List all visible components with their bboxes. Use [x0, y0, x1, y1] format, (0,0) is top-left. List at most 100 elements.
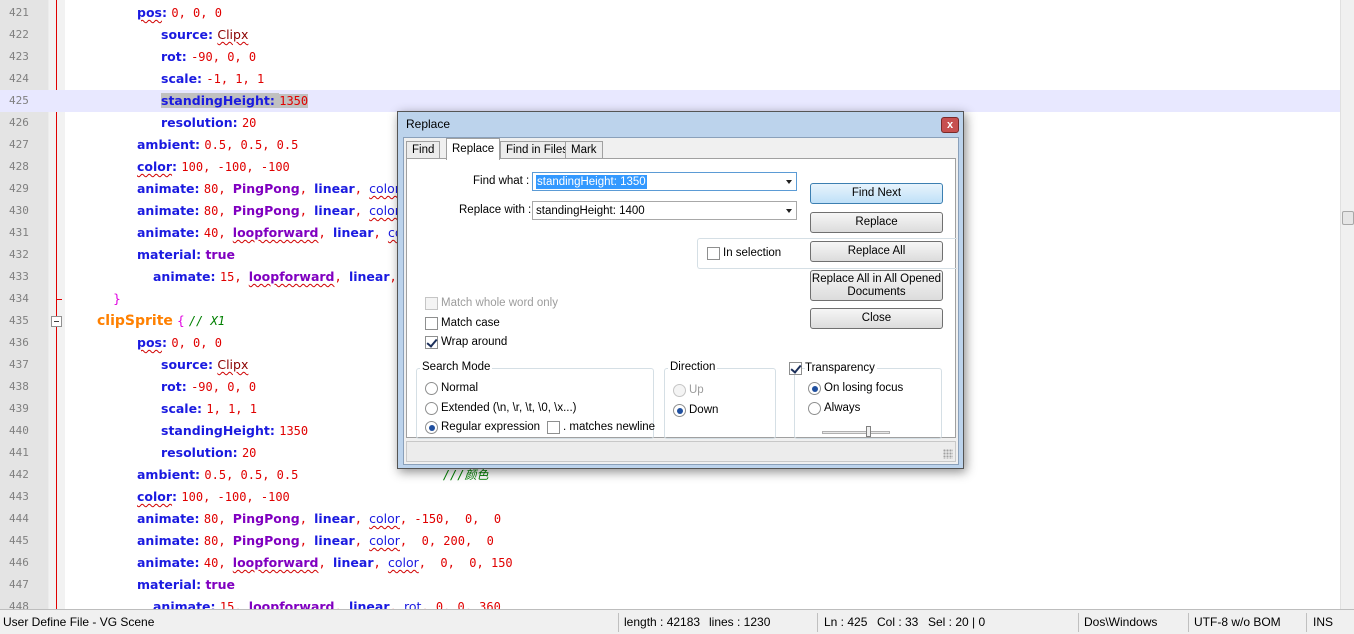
code-text: animate: 40, loopforward, linear, color,: [137, 222, 433, 244]
resize-grip-icon[interactable]: [943, 449, 953, 459]
code-line[interactable]: 421 pos: 0, 0, 0: [0, 2, 1340, 24]
code-token: ,: [299, 534, 315, 548]
matches-newline-label: . matches newline: [563, 421, 656, 433]
in-selection-checkbox[interactable]: [707, 247, 720, 260]
search-mode-extended-radio[interactable]: [425, 402, 438, 415]
code-token: 0.5, 0.5, 0.5: [204, 468, 299, 482]
line-number: 436: [9, 336, 29, 349]
code-text: source: Clipx: [161, 354, 248, 376]
direction-up-label: Up: [689, 384, 704, 396]
tab-find[interactable]: Find: [406, 141, 441, 159]
code-text: scale: -1, 1, 1: [161, 68, 264, 90]
code-token: rot:: [161, 49, 192, 64]
status-eol: Dos\Windows: [1084, 615, 1158, 629]
code-line[interactable]: 424 scale: -1, 1, 1: [0, 68, 1340, 90]
code-token: linear: [332, 555, 374, 570]
code-token: Clipx: [217, 357, 249, 372]
replace-dialog[interactable]: Replace x Find Replace Find in Files Mar…: [397, 111, 964, 469]
code-token: loopforward: [232, 555, 319, 570]
code-line[interactable]: 422 source: Clipx: [0, 24, 1340, 46]
code-token: ,: [318, 556, 333, 570]
line-number: 424: [9, 72, 29, 85]
code-line[interactable]: 443 color: 100, -100, -100: [0, 486, 1340, 508]
code-token: color: [137, 489, 173, 504]
on-losing-focus-radio[interactable]: [808, 382, 821, 395]
transparency-checkbox[interactable]: [789, 362, 802, 375]
code-token: ,: [354, 204, 370, 218]
code-token: linear: [348, 269, 390, 284]
code-token: ,: [318, 226, 333, 240]
code-text: source: Clipx: [161, 24, 248, 46]
close-button[interactable]: Close: [810, 308, 943, 329]
always-radio[interactable]: [808, 402, 821, 415]
on-losing-focus-label: On losing focus: [824, 382, 904, 394]
direction-down-radio[interactable]: [673, 404, 686, 417]
find-what-combo[interactable]: standingHeight: 1350: [532, 172, 797, 191]
line-number: 446: [9, 556, 29, 569]
match-case-checkbox[interactable]: [425, 317, 438, 330]
line-number: 427: [9, 138, 29, 151]
transparency-slider[interactable]: [822, 431, 890, 434]
dialog-close-button[interactable]: x: [941, 117, 959, 133]
code-token: 100, -100, -100: [181, 490, 290, 504]
wrap-around-checkbox[interactable]: [425, 336, 438, 349]
matches-newline-checkbox[interactable]: [547, 421, 560, 434]
code-token: animate:: [137, 225, 204, 240]
code-token: linear: [314, 181, 355, 196]
vertical-scrollbar[interactable]: [1340, 0, 1354, 609]
code-line[interactable]: 447 material: true: [0, 574, 1340, 596]
dialog-body: Find Replace Find in Files Mark Find wha…: [403, 137, 959, 465]
code-token: 20: [241, 116, 257, 130]
scrollbar-thumb[interactable]: [1342, 211, 1354, 225]
code-token: animate:: [137, 533, 204, 548]
current-code-line[interactable]: 425 standingHeight: 1350: [0, 90, 1340, 112]
direction-up-radio[interactable]: [673, 384, 686, 397]
in-selection-label: In selection: [723, 247, 782, 259]
code-token: standingHeight:: [161, 93, 280, 108]
code-token: ,: [299, 512, 315, 526]
tab-find-in-files[interactable]: Find in Files: [500, 141, 574, 159]
match-whole-word-checkbox[interactable]: [425, 297, 438, 310]
line-number: 448: [9, 600, 29, 609]
code-line[interactable]: 445 animate: 80, PingPong, linear, color,…: [0, 530, 1340, 552]
code-token: animate:: [137, 555, 204, 570]
code-token: 15,: [219, 600, 249, 609]
code-token: loopforward: [232, 225, 319, 240]
code-token: standingHeight:: [161, 423, 280, 438]
replace-all-button[interactable]: Replace All: [810, 241, 943, 262]
code-token: linear: [314, 511, 355, 526]
code-token: color: [369, 533, 400, 548]
code-token: 80,: [203, 534, 233, 548]
line-number: 434: [9, 292, 29, 305]
replace-with-label: Replace with :: [459, 204, 532, 216]
transparency-slider-thumb[interactable]: [866, 426, 871, 437]
code-token: source:: [161, 27, 218, 42]
code-line[interactable]: 423 rot: -90, 0, 0: [0, 46, 1340, 68]
search-mode-regex-radio[interactable]: [425, 421, 438, 434]
replace-with-combo[interactable]: standingHeight: 1400: [532, 201, 797, 220]
search-mode-normal-radio[interactable]: [425, 382, 438, 395]
tab-mark[interactable]: Mark: [565, 141, 603, 159]
code-token: ,: [334, 270, 349, 284]
replace-button[interactable]: Replace: [810, 212, 943, 233]
replace-all-opened-button[interactable]: Replace All in All Opened Documents: [810, 270, 943, 301]
code-text: pos: 0, 0, 0: [137, 332, 222, 354]
code-line[interactable]: 444 animate: 80, PingPong, linear, color,…: [0, 508, 1340, 530]
code-text: standingHeight: 1350: [161, 420, 308, 442]
code-text: animate: 80, PingPong, linear, color,: [137, 178, 414, 200]
code-line[interactable]: 446 animate: 40, loopforward, linear, col…: [0, 552, 1340, 574]
search-mode-normal-label: Normal: [441, 382, 479, 394]
fold-minus-icon[interactable]: [51, 316, 62, 327]
chevron-down-icon[interactable]: [786, 209, 792, 213]
code-token: ,: [354, 182, 370, 196]
code-line[interactable]: 448 animate: 15, loopforward, linear, rot…: [0, 596, 1340, 609]
code-token: 0, 0, 0: [171, 6, 222, 20]
chevron-down-icon[interactable]: [786, 180, 792, 184]
tab-replace[interactable]: Replace: [446, 138, 501, 160]
search-mode-extended-label: Extended (\n, \r, \t, \0, \x...): [441, 402, 577, 414]
code-token: true: [205, 577, 235, 592]
code-token: animate:: [153, 269, 220, 284]
code-token: color: [137, 159, 173, 174]
find-next-button[interactable]: Find Next: [810, 183, 943, 204]
